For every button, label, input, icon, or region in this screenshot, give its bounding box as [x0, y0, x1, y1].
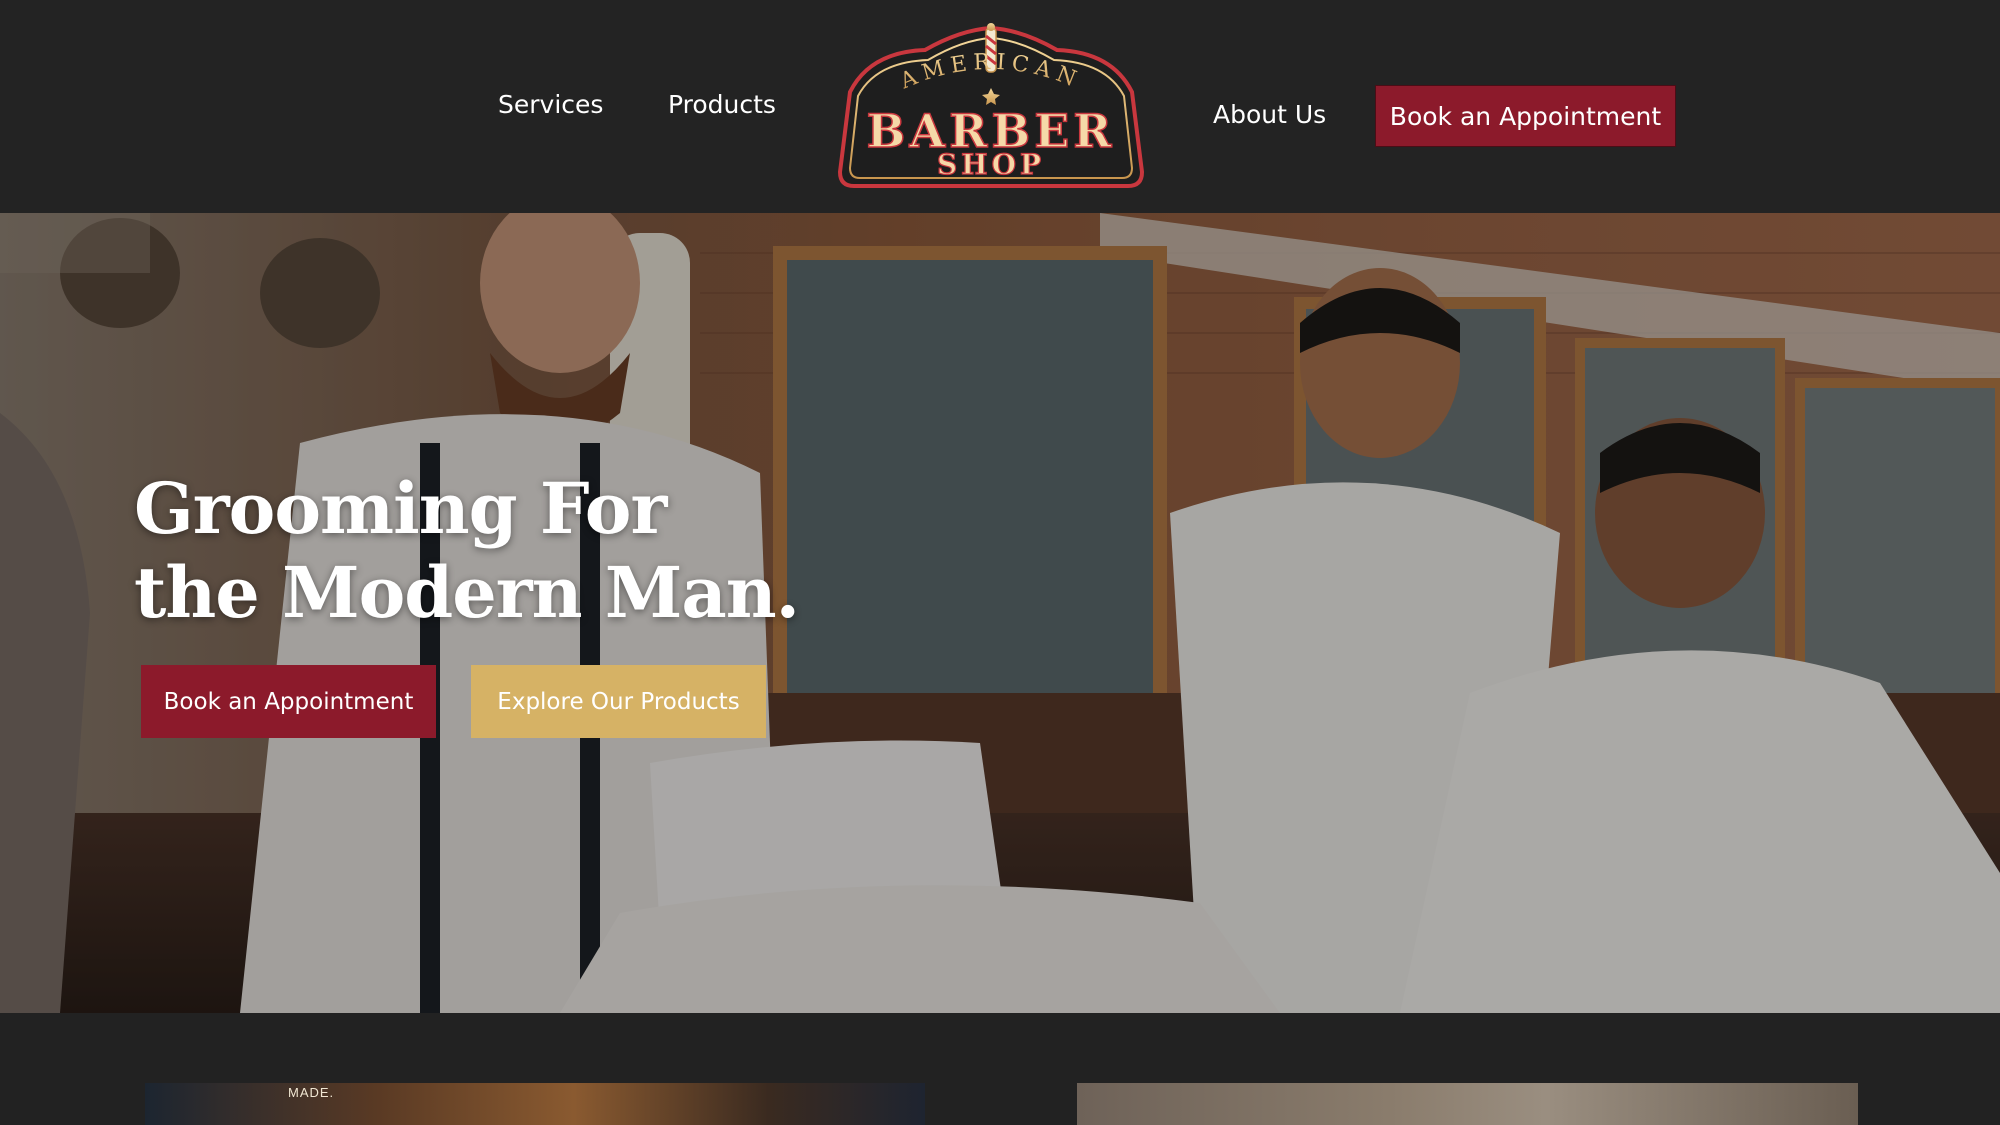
feature-card-left-label: MADE.: [288, 1085, 335, 1100]
hero-book-appointment-button[interactable]: Book an Appointment: [141, 665, 436, 738]
svg-text:SHOP: SHOP: [937, 148, 1045, 181]
hero-title: Grooming For the Modern Man.: [134, 467, 800, 634]
nav-products[interactable]: Products: [668, 90, 776, 119]
nav-about-us[interactable]: About Us: [1213, 100, 1326, 129]
hero-section: Grooming For the Modern Man. Book an App…: [0, 213, 2000, 1013]
feature-card-left[interactable]: MADE.: [145, 1083, 925, 1125]
header-book-appointment-button[interactable]: Book an Appointment: [1375, 85, 1676, 147]
site-header: Services Products AMERICAN BARBER SHOP A…: [0, 0, 2000, 213]
hero-explore-products-button[interactable]: Explore Our Products: [471, 665, 766, 738]
nav-services[interactable]: Services: [498, 90, 603, 119]
feature-card-right[interactable]: [1077, 1083, 1858, 1125]
american-barber-shop-logo[interactable]: AMERICAN BARBER SHOP: [830, 22, 1152, 190]
